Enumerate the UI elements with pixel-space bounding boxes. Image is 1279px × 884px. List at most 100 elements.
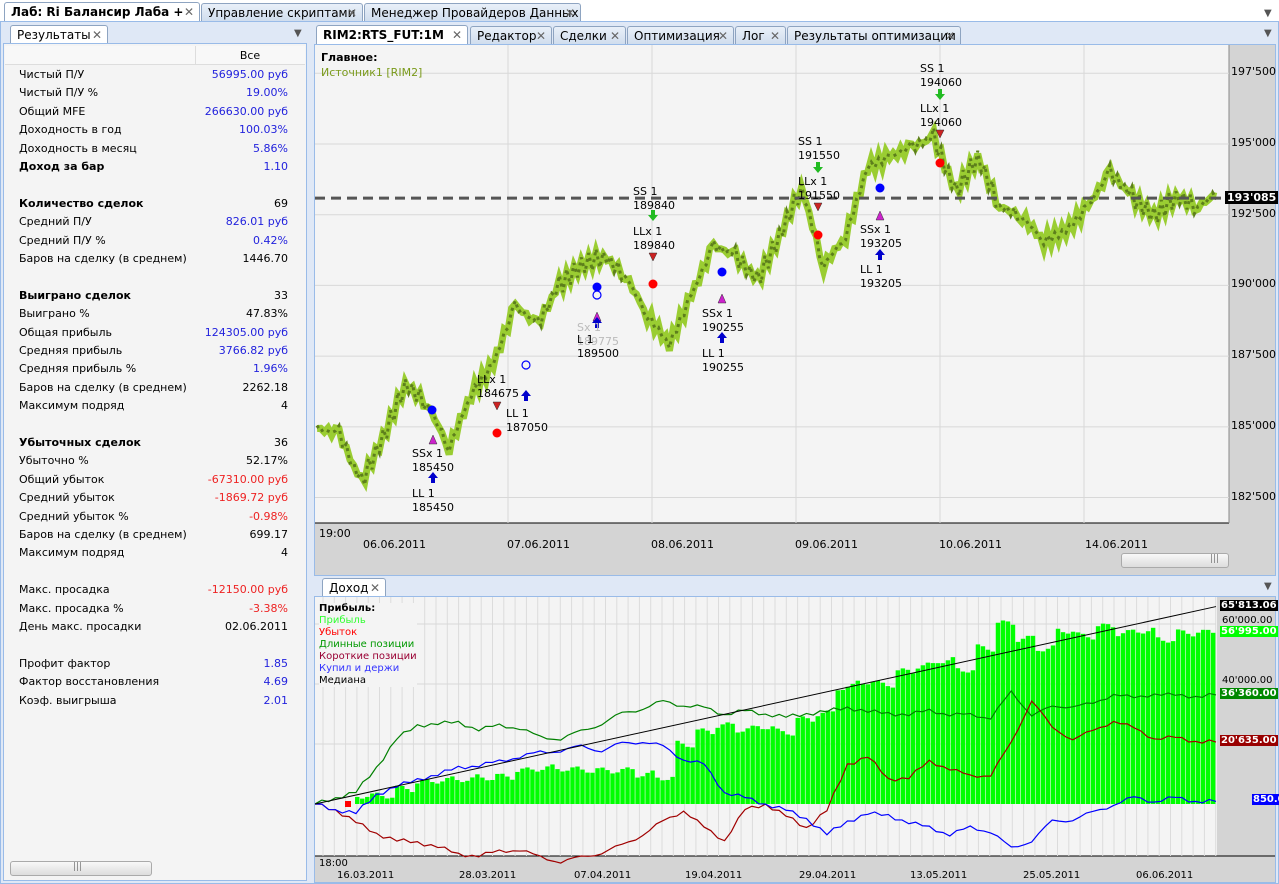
tab-lab[interactable]: Лаб: Ri Балансир Лаба + ✕ — [4, 2, 200, 21]
row-label: Чистый П/У % — [19, 86, 99, 100]
annotation-label: SSx 1 — [412, 447, 443, 460]
profit-bar — [785, 734, 790, 804]
results-row: Фактор восстановления 4.69 — [19, 673, 288, 691]
results-row: Общий убыток -67310.00 руб — [19, 471, 288, 489]
equity-chart[interactable] — [315, 597, 1275, 882]
profit-bar — [685, 746, 690, 804]
profit-bar — [850, 683, 855, 804]
y-tick-label: 190'000 — [1231, 277, 1277, 291]
panel-menu-icon[interactable]: ▼ — [1264, 28, 1272, 39]
price-chart[interactable] — [315, 45, 1275, 575]
x-tick-label: 25.05.2011 — [1023, 870, 1081, 881]
tab-results[interactable]: Результаты ✕ — [10, 25, 108, 44]
profit-bar — [625, 767, 630, 804]
tab-label: Результаты — [17, 28, 91, 42]
row-label: Общая прибыль — [19, 325, 112, 339]
tab-chart-5[interactable]: Результаты оптимизации ✕ — [787, 26, 961, 45]
profit-bar — [395, 785, 400, 804]
profit-bar — [990, 651, 996, 804]
tab-chart-2[interactable]: Сделки ✕ — [553, 26, 626, 45]
close-icon[interactable]: ✕ — [536, 29, 546, 43]
profit-bar — [750, 725, 755, 804]
profit-bar — [620, 768, 625, 804]
tab-chart-3[interactable]: Оптимизация ✕ — [627, 26, 734, 45]
profit-bar — [545, 766, 550, 804]
trade-annotation: SS 1 191550 — [798, 135, 840, 163]
tab-chart-1[interactable]: Редактор ✕ — [470, 26, 552, 45]
trade-annotation: LLx 1 194060 — [920, 102, 962, 130]
profit-bar — [890, 687, 896, 804]
exit-short-marker-icon — [875, 210, 885, 221]
tab-scripts[interactable]: Управление скриптами ✕ — [201, 3, 363, 22]
profit-bar — [400, 785, 405, 804]
profit-bar — [655, 777, 660, 804]
row-label: Доходность в месяц — [19, 141, 137, 155]
close-icon[interactable]: ✕ — [718, 29, 728, 43]
menu-dropdown-icon[interactable]: ▼ — [1264, 8, 1272, 19]
x-tick-label: 19.04.2011 — [685, 870, 743, 881]
close-icon[interactable]: ✕ — [92, 28, 102, 42]
row-value: 0.42% — [253, 233, 288, 247]
row-label: Баров на сделку (в среднем) — [19, 528, 187, 541]
close-icon[interactable]: ✕ — [452, 28, 462, 42]
trade-annotation: LLx 1 184675 — [477, 373, 519, 401]
profit-bar — [380, 796, 385, 804]
results-row: Баров на сделку (в среднем) 699.17 — [19, 526, 288, 544]
row-label: Фактор восстановления — [19, 675, 160, 689]
tab-chart-4[interactable]: Лог ✕ — [735, 26, 786, 45]
profit-bar — [930, 663, 936, 804]
annotation-price: 185450 — [412, 501, 454, 514]
row-label: Баров на сделку (в среднем) — [19, 252, 187, 265]
x-tick-label: 28.03.2011 — [459, 870, 517, 881]
horizontal-scrollbar[interactable]: ||| — [10, 861, 152, 876]
close-icon[interactable]: ✕ — [347, 6, 357, 20]
row-label: Средний П/У — [19, 215, 92, 229]
loss-marker — [345, 801, 351, 807]
x-tick-label: 07.04.2011 — [574, 870, 632, 881]
profit-bar — [1205, 629, 1211, 804]
results-header: Все — [5, 46, 305, 65]
x-tick-label: 13.05.2011 — [910, 870, 968, 881]
results-row: Баров на сделку (в среднем) 1446.70 — [19, 250, 288, 268]
row-label: Средний убыток % — [19, 509, 129, 523]
sell-arrow-icon — [813, 162, 823, 173]
profit-bar — [1105, 624, 1111, 804]
close-icon[interactable]: ✕ — [610, 29, 620, 43]
y-tick-label: 60'000.00 — [1222, 615, 1273, 626]
tab-chart-0[interactable]: RIM2:RTS_FUT:1M ✕ — [316, 25, 468, 44]
close-icon[interactable]: ✕ — [184, 5, 194, 19]
close-icon[interactable]: ✕ — [370, 581, 380, 595]
annotation-label: LLx 1 — [920, 102, 950, 115]
profit-bar — [1155, 637, 1161, 804]
close-icon[interactable]: ✕ — [945, 29, 955, 43]
time-start-label: 19:00 — [319, 527, 351, 540]
profit-bar — [1015, 641, 1021, 804]
row-value: 69 — [274, 196, 288, 210]
row-value: 3766.82 руб — [218, 344, 288, 357]
close-icon[interactable]: ✕ — [770, 29, 780, 43]
row-label: Выиграно % — [19, 307, 90, 321]
annotation-label: LL 1 — [702, 347, 725, 360]
chart-scrollbar[interactable]: ||| — [1121, 553, 1229, 568]
profit-bar — [355, 796, 360, 804]
y-tick-label: 185'000 — [1231, 418, 1277, 432]
y-tick-label: 187'500 — [1231, 348, 1277, 362]
tab-label: Менеджер Провайдеров Данных — [371, 6, 579, 20]
close-icon[interactable]: ✕ — [565, 6, 575, 20]
panel-menu-icon[interactable]: ▼ — [294, 28, 302, 39]
annotation-price: 185450 — [412, 461, 454, 474]
results-row: Баров на сделку (в среднем) 2262.18 — [19, 379, 288, 397]
time-start-label: 18:00 — [319, 858, 348, 869]
results-row: Средний убыток % -0.98% — [19, 508, 288, 526]
row-label: Убыточно % — [19, 454, 89, 468]
value-tag: 20'635.00 — [1220, 735, 1278, 747]
tab-income[interactable]: Доход ✕ — [322, 578, 386, 597]
profit-bar — [440, 781, 445, 804]
results-row: Чистый П/У 56995.00 руб — [19, 66, 288, 84]
profit-bar — [1190, 636, 1196, 804]
profit-bar — [1200, 629, 1206, 804]
panel-menu-icon[interactable]: ▼ — [1264, 581, 1272, 592]
tab-data-providers[interactable]: Менеджер Провайдеров Данных ✕ — [364, 3, 581, 22]
profit-bar — [725, 722, 730, 804]
profit-bar — [820, 712, 825, 804]
